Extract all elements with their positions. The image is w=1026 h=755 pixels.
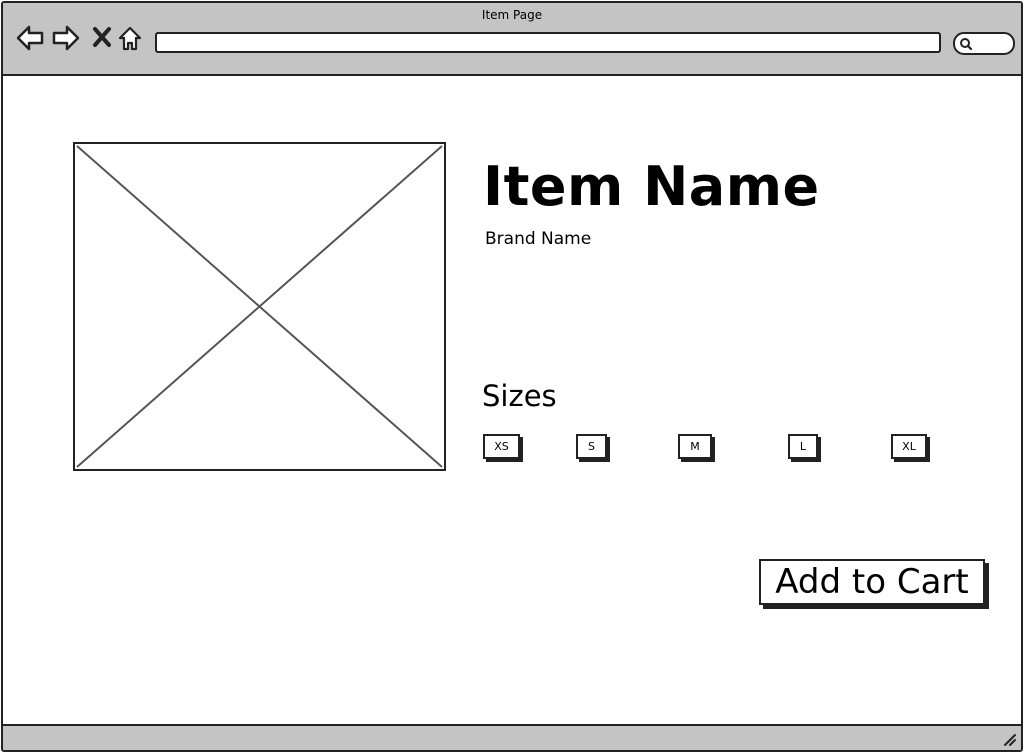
sizes-heading: Sizes <box>482 379 557 413</box>
browser-window: Item Page Item Name Brand Name Sizes XS … <box>1 1 1023 752</box>
status-bar <box>3 724 1021 750</box>
brand-name-label: Brand Name <box>485 229 592 249</box>
size-button-s[interactable]: S <box>576 434 607 459</box>
image-placeholder-icon <box>76 145 443 468</box>
browser-toolbar: Item Page <box>3 3 1021 76</box>
size-button-xl[interactable]: XL <box>891 434 927 459</box>
stop-icon[interactable] <box>88 23 118 53</box>
forward-icon[interactable] <box>51 23 81 53</box>
size-button-l[interactable]: L <box>788 434 818 459</box>
home-icon[interactable] <box>115 23 145 53</box>
item-name-heading: Item Name <box>483 155 820 218</box>
search-icon <box>960 38 973 51</box>
back-icon[interactable] <box>15 23 45 53</box>
resize-grip-icon[interactable] <box>1003 733 1017 747</box>
size-button-m[interactable]: M <box>678 434 712 459</box>
window-title: Item Page <box>481 8 543 22</box>
search-input[interactable] <box>953 32 1015 55</box>
size-button-xs[interactable]: XS <box>483 434 520 459</box>
product-image-placeholder <box>73 142 446 471</box>
add-to-cart-button[interactable]: Add to Cart <box>759 559 985 605</box>
url-input[interactable] <box>155 32 941 53</box>
